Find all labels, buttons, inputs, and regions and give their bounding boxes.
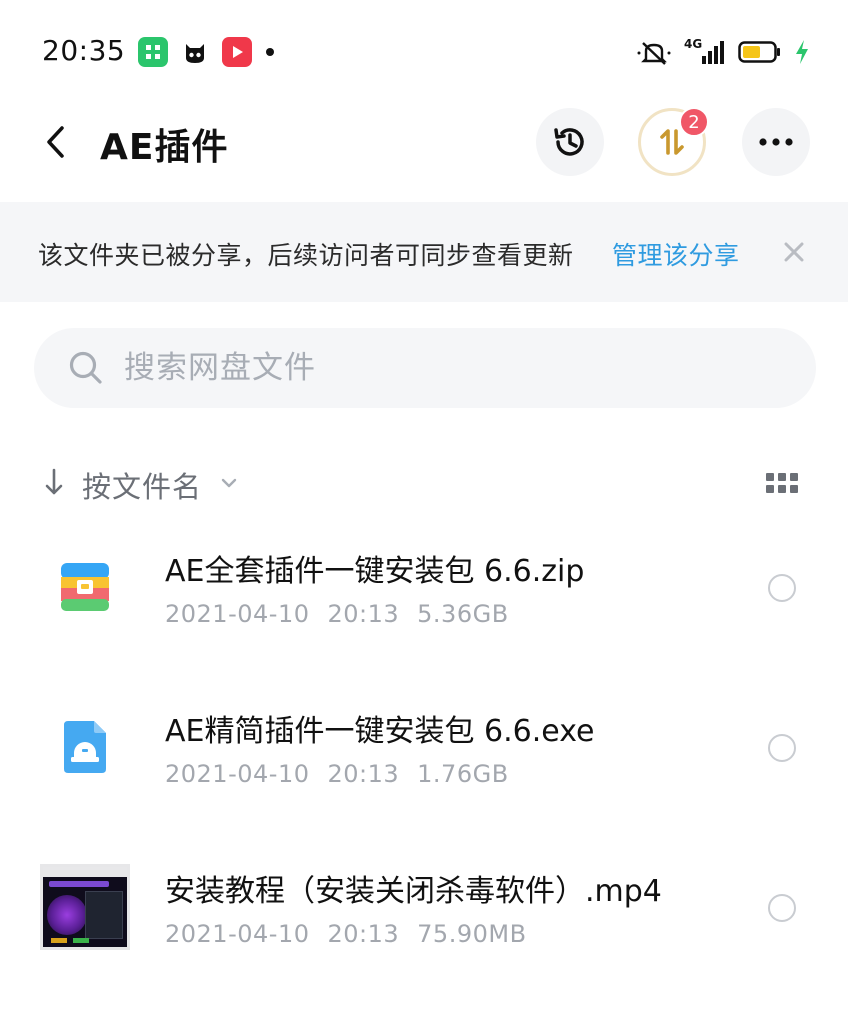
- file-date: 2021-04-10: [165, 600, 310, 628]
- share-banner: 该文件夹已被分享，后续访问者可同步查看更新 管理该分享: [0, 202, 848, 302]
- cat-app-icon: [180, 37, 210, 67]
- select-checkbox[interactable]: [768, 894, 796, 922]
- sort-arrow-icon: [45, 468, 63, 495]
- notification-icons: [138, 36, 274, 68]
- more-icon: [759, 138, 793, 146]
- file-time: 20:13: [327, 600, 400, 628]
- page-title: AE插件: [100, 127, 229, 168]
- file-item[interactable]: 安装教程（安装关闭杀毒软件）.mp4 2021-04-10 20:13 75.90M…: [0, 832, 848, 992]
- signal-indicator: 4G: [684, 38, 726, 66]
- video-thumbnail-image: [40, 864, 130, 950]
- file-item[interactable]: AE全套插件一键安装包 6.6.zip 2021-04-10 20:13 5.36G…: [0, 512, 848, 672]
- close-banner-button[interactable]: [776, 234, 812, 270]
- zip-archive-icon: [40, 542, 130, 632]
- chevron-left-icon: [47, 126, 64, 158]
- search-input[interactable]: [124, 328, 784, 408]
- charging-icon: [796, 40, 808, 64]
- status-time: 20:35: [42, 34, 126, 67]
- history-button[interactable]: [536, 108, 604, 176]
- search-icon: [69, 351, 102, 384]
- exe-installer-icon: [40, 702, 130, 792]
- more-options-button[interactable]: [742, 108, 810, 176]
- mute-icon: [637, 42, 671, 65]
- back-button[interactable]: [34, 120, 78, 164]
- transfer-count-badge: 2: [679, 107, 709, 137]
- chevron-down-icon: [221, 478, 237, 488]
- file-meta: 2021-04-10 20:13 75.90MB: [165, 920, 545, 948]
- transfer-list-button[interactable]: 2: [638, 107, 709, 176]
- header: AE插件 2: [0, 104, 848, 200]
- file-meta: 2021-04-10 20:13 5.36GB: [165, 600, 527, 628]
- select-checkbox[interactable]: [768, 574, 796, 602]
- battery-icon: [738, 41, 780, 63]
- file-item[interactable]: AE精简插件一键安装包 6.6.exe 2021-04-10 20:13 1.76G…: [0, 672, 848, 832]
- file-size: 1.76GB: [417, 760, 509, 788]
- wallet-app-icon: [138, 37, 168, 67]
- file-size: 5.36GB: [417, 600, 509, 628]
- manage-share-link[interactable]: 管理该分享: [612, 236, 740, 272]
- sort-by-name-dropdown[interactable]: 按文件名: [82, 464, 202, 506]
- file-size: 75.90MB: [417, 920, 527, 948]
- close-icon: [784, 242, 804, 262]
- system-indicators: 4G: [636, 36, 810, 68]
- history-icon: [554, 128, 584, 156]
- sort-bar: 按文件名: [0, 452, 848, 512]
- grid-view-icon[interactable]: [764, 468, 800, 498]
- file-name: AE精简插件一键安装包 6.6.exe: [165, 714, 595, 749]
- file-meta: 2021-04-10 20:13 1.76GB: [165, 760, 527, 788]
- file-date: 2021-04-10: [165, 760, 310, 788]
- file-time: 20:13: [327, 920, 400, 948]
- video-thumbnail: [40, 862, 130, 952]
- search-bar[interactable]: [34, 328, 816, 408]
- file-time: 20:13: [327, 760, 400, 788]
- file-date: 2021-04-10: [165, 920, 310, 948]
- file-name: AE全套插件一键安装包 6.6.zip: [165, 554, 585, 589]
- share-notice-text: 该文件夹已被分享，后续访问者可同步查看更新: [38, 241, 574, 270]
- more-notifications-dot: [266, 48, 274, 56]
- file-name: 安装教程（安装关闭杀毒软件）.mp4: [165, 874, 662, 909]
- select-checkbox[interactable]: [768, 734, 796, 762]
- status-bar: 20:35 4G: [0, 0, 848, 104]
- video-app-icon: [222, 37, 252, 67]
